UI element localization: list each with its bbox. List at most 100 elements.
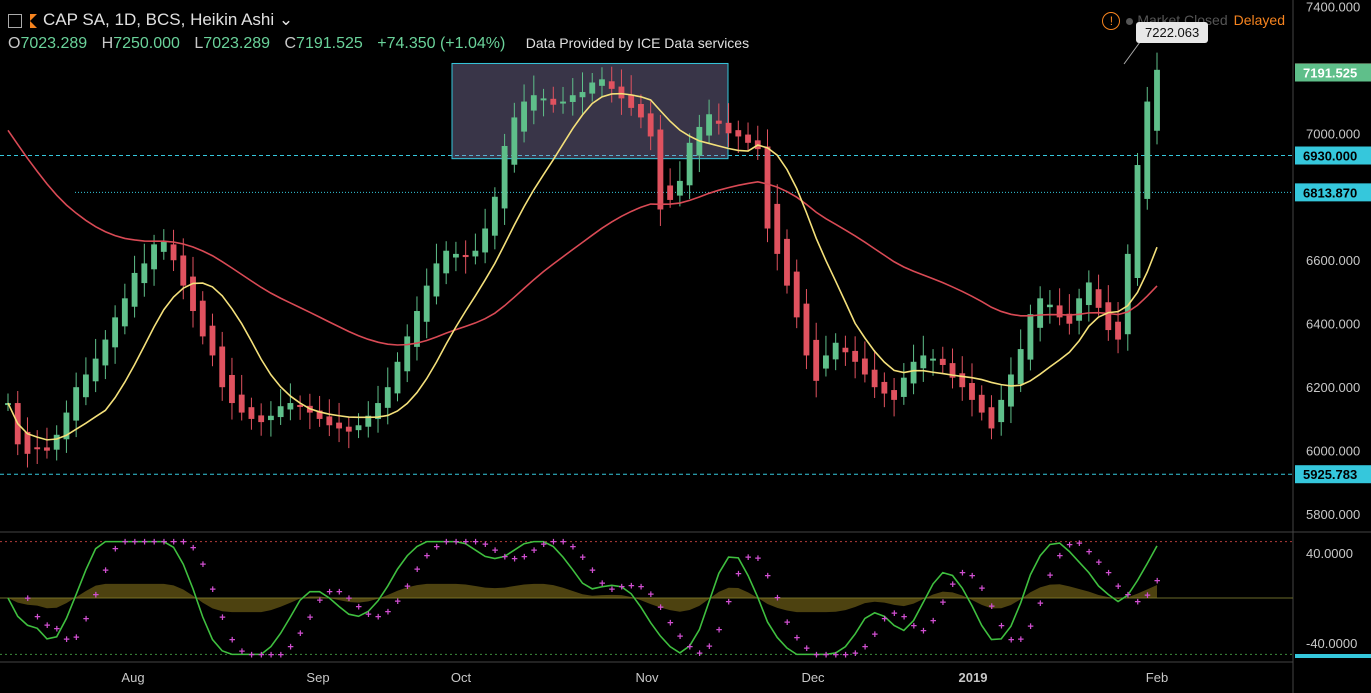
candle — [774, 203, 781, 254]
candle — [686, 142, 693, 186]
candle — [745, 134, 751, 143]
oscillator-signal-mark: + — [278, 649, 284, 661]
oscillator-signal-mark: + — [774, 592, 780, 604]
candle — [920, 355, 927, 369]
oscillator-signal-mark: + — [1115, 581, 1121, 593]
candle — [784, 238, 790, 286]
candle — [881, 381, 888, 394]
oscillator-signal-mark: + — [1154, 575, 1160, 587]
oscillator-signal-mark: + — [433, 542, 439, 554]
oscillator-signal-mark: + — [1076, 538, 1082, 550]
oscillator-signal-mark: + — [1047, 570, 1053, 582]
flag-icon — [30, 13, 37, 28]
candle — [706, 114, 713, 136]
oscillator-signal-mark: + — [317, 595, 323, 607]
oscillator-signal-mark: + — [219, 612, 225, 624]
oscillator-signal-mark: + — [657, 602, 663, 614]
oscillator-signal-mark: + — [618, 582, 624, 594]
candle — [1105, 302, 1112, 331]
candle — [404, 336, 411, 372]
slow-moving-average — [7, 129, 1158, 346]
candle — [1017, 349, 1024, 385]
oscillator-signal-mark: + — [453, 537, 459, 549]
oscillator-signal-mark: + — [239, 646, 245, 658]
oscillator-signal-mark: + — [541, 539, 547, 551]
candle — [540, 98, 547, 101]
candle — [170, 244, 177, 261]
oscillator-signal-mark: + — [813, 649, 819, 661]
candle — [1144, 101, 1151, 199]
oscillator-signal-mark: + — [112, 544, 118, 556]
candle — [491, 196, 498, 236]
oscillator-signal-mark: + — [268, 649, 274, 661]
candle — [871, 369, 878, 388]
oscillator-signal-mark: + — [229, 635, 235, 647]
candle — [131, 272, 138, 307]
candle — [988, 407, 995, 429]
candle — [452, 253, 459, 258]
oscillator-signal-mark: + — [141, 537, 147, 549]
candle — [618, 86, 625, 99]
candle — [1134, 165, 1141, 278]
oscillator-signal-mark: + — [911, 620, 917, 632]
oscillator-signal-mark: + — [297, 628, 303, 640]
alert-icon[interactable]: ! — [1102, 12, 1121, 30]
oscillator-signal-mark: + — [842, 649, 848, 661]
oscillator-signal-mark: + — [521, 551, 527, 563]
oscillator-signal-mark: + — [258, 649, 264, 661]
oscillator-signal-mark: + — [794, 632, 800, 644]
candle — [599, 79, 605, 86]
x-tick-label: Oct — [451, 670, 472, 685]
open-label: O — [8, 35, 21, 52]
y-tick-label: 6000.000 — [1306, 444, 1360, 459]
oscillator-signal-mark: + — [745, 552, 751, 564]
oscillator-signal-mark: + — [44, 620, 50, 632]
oscillator-signal-mark: + — [385, 606, 391, 618]
callout-pointer — [1123, 41, 1141, 65]
candle — [803, 303, 810, 356]
candle — [277, 406, 284, 418]
oscillator-signal-mark: + — [1018, 634, 1024, 646]
range-rectangle — [451, 62, 729, 160]
oscillator-signal-mark: + — [667, 618, 673, 630]
oscillator-signal-mark: + — [248, 649, 254, 661]
expand-icon[interactable] — [8, 13, 22, 28]
candle — [443, 250, 450, 274]
x-tick-label: 2019 — [959, 670, 988, 685]
candle — [355, 425, 362, 431]
oscillator-signal-mark: + — [424, 551, 430, 563]
candle — [326, 416, 333, 426]
y-tick-label: 6400.000 — [1306, 317, 1360, 332]
oscillator-signal-mark: + — [287, 642, 293, 654]
candle — [852, 350, 859, 362]
oscillator-signal-mark: + — [171, 537, 177, 549]
oscillator-signal-mark: + — [356, 601, 362, 613]
oscillator-signal-mark: + — [755, 553, 761, 565]
high-label: H — [101, 35, 114, 52]
oscillator-signal-mark: + — [891, 608, 897, 620]
chart-canvas[interactable]: 7400.0007200.0007000.0006600.0006400.000… — [0, 0, 1371, 693]
oscillator-signal-mark: + — [687, 642, 693, 654]
oscillator-signal-mark: + — [872, 629, 878, 641]
candle — [667, 185, 674, 200]
candle — [190, 276, 196, 312]
close-value: 7191.525 — [296, 35, 363, 52]
symbol-line: CAP SA, 1D, BCS, Heikin Ashi — [43, 10, 275, 29]
oscillator-signal-mark: + — [920, 625, 926, 637]
chevron-down-icon[interactable]: ⌄ — [274, 10, 293, 29]
candle — [1056, 305, 1063, 318]
candle — [258, 415, 265, 423]
oscillator-signal-mark: + — [901, 611, 907, 623]
candle — [482, 228, 489, 253]
oscillator-signal-mark: + — [648, 589, 654, 601]
candle — [384, 387, 391, 408]
symbol-title[interactable]: CAP SA, 1D, BCS, Heikin Ashi ⌄ — [8, 10, 293, 30]
candle — [910, 361, 917, 384]
y-tick-label: 7000.000 — [1306, 126, 1360, 141]
oscillator-signal-mark: + — [414, 564, 420, 576]
low-label: L — [194, 35, 204, 52]
data-provider-note: Data Provided by ICE Data services — [525, 35, 750, 51]
oscillator-signal-mark: + — [570, 542, 576, 554]
oscillator-signal-mark: + — [365, 609, 371, 621]
oscillator-signal-mark: + — [735, 568, 741, 580]
